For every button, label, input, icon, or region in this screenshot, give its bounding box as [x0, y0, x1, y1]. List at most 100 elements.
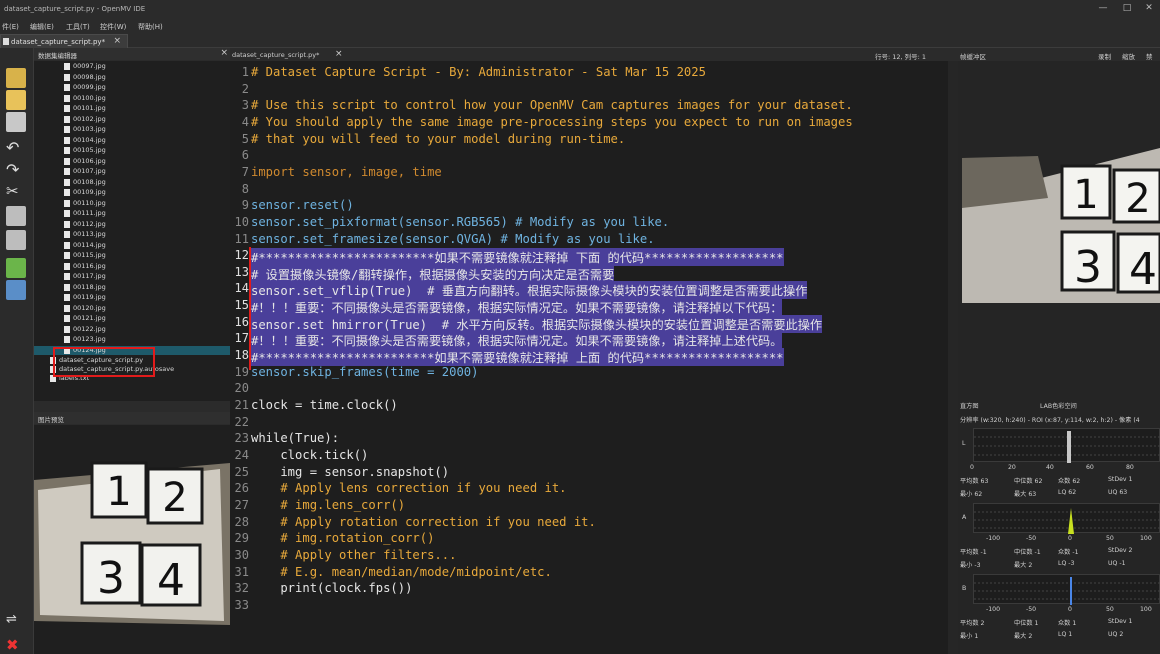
line-number: 7: [241, 164, 249, 179]
code-line[interactable]: 24 clock.tick(): [230, 448, 948, 465]
code-line[interactable]: 11 sensor.set_framesize(sensor.QVGA) # Mo…: [230, 232, 948, 249]
editor-filename[interactable]: dataset_capture_script.py*: [232, 51, 319, 59]
file-item[interactable]: 00106.jpg: [34, 157, 230, 166]
code-line[interactable]: 29 # img.rotation_corr(): [230, 531, 948, 548]
file-item[interactable]: 00112.jpg: [34, 220, 230, 229]
file-item[interactable]: 00117.jpg: [34, 272, 230, 281]
stop-icon[interactable]: ✖: [6, 636, 26, 654]
connect-icon[interactable]: ⇌: [6, 612, 26, 632]
cut-icon[interactable]: ✂: [6, 182, 26, 202]
file-item[interactable]: 00116.jpg: [34, 262, 230, 271]
code-line[interactable]: 4 # You should apply the same image pre-p…: [230, 115, 948, 132]
menu-widgets[interactable]: 控件(W): [100, 22, 126, 32]
new-file-icon[interactable]: [6, 68, 26, 88]
code-text: sensor.skip_frames(time = 2000): [251, 364, 479, 379]
file-item[interactable]: 00123.jpg: [34, 335, 230, 344]
code-line[interactable]: 6: [230, 148, 948, 165]
code-line[interactable]: 21 clock = time.clock(): [230, 398, 948, 415]
file-item[interactable]: 00118.jpg: [34, 283, 230, 292]
code-line[interactable]: 14 sensor.set_vflip(True) # 垂直方向翻转。根据实际摄像…: [230, 281, 948, 300]
redo-icon[interactable]: ↷: [6, 160, 26, 180]
save-icon[interactable]: [6, 112, 26, 132]
file-item[interactable]: 00121.jpg: [34, 314, 230, 323]
code-line[interactable]: 22: [230, 415, 948, 432]
code-line[interactable]: 3 # Use this script to control how your O…: [230, 98, 948, 115]
code-line[interactable]: 16 sensor.set_hmirror(True) # 水平方向反转。根据实际…: [230, 314, 948, 333]
tab-dataset-script[interactable]: dataset_capture_script.py* ×: [0, 34, 128, 48]
file-item[interactable]: 00113.jpg: [34, 230, 230, 239]
file-item[interactable]: 00107.jpg: [34, 167, 230, 176]
line-number: 11: [234, 231, 249, 246]
file-item[interactable]: 00122.jpg: [34, 325, 230, 334]
close-tab-icon[interactable]: ×: [113, 36, 121, 46]
code-line[interactable]: 33: [230, 598, 948, 615]
file-item[interactable]: 00108.jpg: [34, 178, 230, 187]
file-icon: [64, 325, 70, 333]
file-item[interactable]: 00114.jpg: [34, 241, 230, 250]
file-item[interactable]: 00098.jpg: [34, 73, 230, 82]
file-icon: [64, 210, 70, 217]
code-line[interactable]: 10 sensor.set_pixformat(sensor.RGB565) # …: [230, 215, 948, 232]
file-item[interactable]: 00120.jpg: [34, 304, 230, 313]
code-line[interactable]: 25 img = sensor.snapshot(): [230, 465, 948, 482]
code-line[interactable]: 23 while(True):: [230, 431, 948, 448]
file-item[interactable]: 00099.jpg: [34, 83, 230, 92]
line-number: 18: [234, 348, 249, 363]
file-icon: [3, 38, 9, 45]
capture-data-icon[interactable]: [6, 258, 26, 278]
paste-icon[interactable]: [6, 230, 26, 250]
file-name: 00103.jpg: [73, 125, 106, 133]
code-line[interactable]: 7 import sensor, image, time: [230, 165, 948, 182]
zoom-button[interactable]: 缩放: [1122, 51, 1135, 61]
menu-file[interactable]: 件(E): [2, 22, 19, 32]
code-line[interactable]: 17 #！！！重要：不同摄像头是否需要镜像，根据实际情况定。如果不需要镜像，请注释…: [230, 331, 948, 350]
code-line[interactable]: 19 sensor.skip_frames(time = 2000): [230, 365, 948, 382]
open-folder-icon[interactable]: [6, 90, 26, 110]
code-line[interactable]: 5 # that you will feed to your model duri…: [230, 132, 948, 149]
code-line[interactable]: 2: [230, 82, 948, 99]
code-line[interactable]: 12 #************************如果不需要镜像就注释掉 下…: [230, 248, 948, 267]
close-editor-icon[interactable]: ×: [335, 49, 343, 59]
editor-scrollbar[interactable]: [948, 61, 958, 654]
copy-icon[interactable]: [6, 206, 26, 226]
disable-button[interactable]: 禁: [1146, 51, 1153, 61]
file-item[interactable]: 00101.jpg: [34, 104, 230, 113]
file-item[interactable]: 00102.jpg: [34, 115, 230, 124]
code-line[interactable]: 26 # Apply lens correction if you need i…: [230, 481, 948, 498]
record-button[interactable]: 录制: [1098, 51, 1111, 61]
code-line[interactable]: 28 # Apply rotation correction if you ne…: [230, 515, 948, 532]
file-item[interactable]: 00119.jpg: [34, 293, 230, 302]
code-line[interactable]: 20: [230, 381, 948, 398]
code-line[interactable]: 18 #************************如果不需要镜像就注释掉 上…: [230, 348, 948, 367]
file-item[interactable]: 00110.jpg: [34, 199, 230, 208]
colorspace-selector[interactable]: LAB色彩空间: [1040, 401, 1077, 410]
file-item[interactable]: 00100.jpg: [34, 94, 230, 103]
code-line[interactable]: 27 # img.lens_corr(): [230, 498, 948, 515]
code-line[interactable]: 13 # 设置摄像头镜像/翻转操作，根据摄像头安装的方向决定是否需要: [230, 264, 948, 283]
code-line[interactable]: 30 # Apply other filters...: [230, 548, 948, 565]
file-item[interactable]: 00097.jpg: [34, 62, 230, 71]
file-item[interactable]: 00115.jpg: [34, 251, 230, 260]
undo-icon[interactable]: ↶: [6, 138, 26, 158]
file-item[interactable]: 00111.jpg: [34, 209, 230, 218]
menu-tools[interactable]: 工具(T): [66, 22, 90, 32]
file-item[interactable]: 00105.jpg: [34, 146, 230, 155]
close-window-button[interactable]: ✕: [1134, 3, 1160, 17]
new-class-icon[interactable]: [6, 280, 26, 300]
ticks3-value: 100: [1140, 606, 1152, 613]
close-panel-icon[interactable]: ×: [220, 48, 228, 58]
code-line[interactable]: 1 # Dataset Capture Script - By: Administ…: [230, 65, 948, 82]
code-line[interactable]: 8: [230, 182, 948, 199]
ticks2-value: 100: [1140, 535, 1152, 542]
menu-edit[interactable]: 编辑(E): [30, 22, 54, 32]
code-line[interactable]: 31 # E.g. mean/median/mode/midpoint/etc.: [230, 565, 948, 582]
file-item[interactable]: 00104.jpg: [34, 136, 230, 145]
code-line[interactable]: 15 #！！！重要：不同摄像头是否需要镜像，根据实际情况定。如果不需要镜像，请注释…: [230, 298, 948, 317]
file-item[interactable]: 00109.jpg: [34, 188, 230, 197]
code-editor[interactable]: 1 # Dataset Capture Script - By: Administ…: [230, 61, 948, 654]
code-line[interactable]: 32 print(clock.fps()): [230, 581, 948, 598]
menu-help[interactable]: 帮助(H): [138, 22, 163, 32]
file-item[interactable]: 00103.jpg: [34, 125, 230, 134]
fb-digit-4: 4: [1129, 244, 1157, 295]
code-line[interactable]: 9 sensor.reset(): [230, 198, 948, 215]
